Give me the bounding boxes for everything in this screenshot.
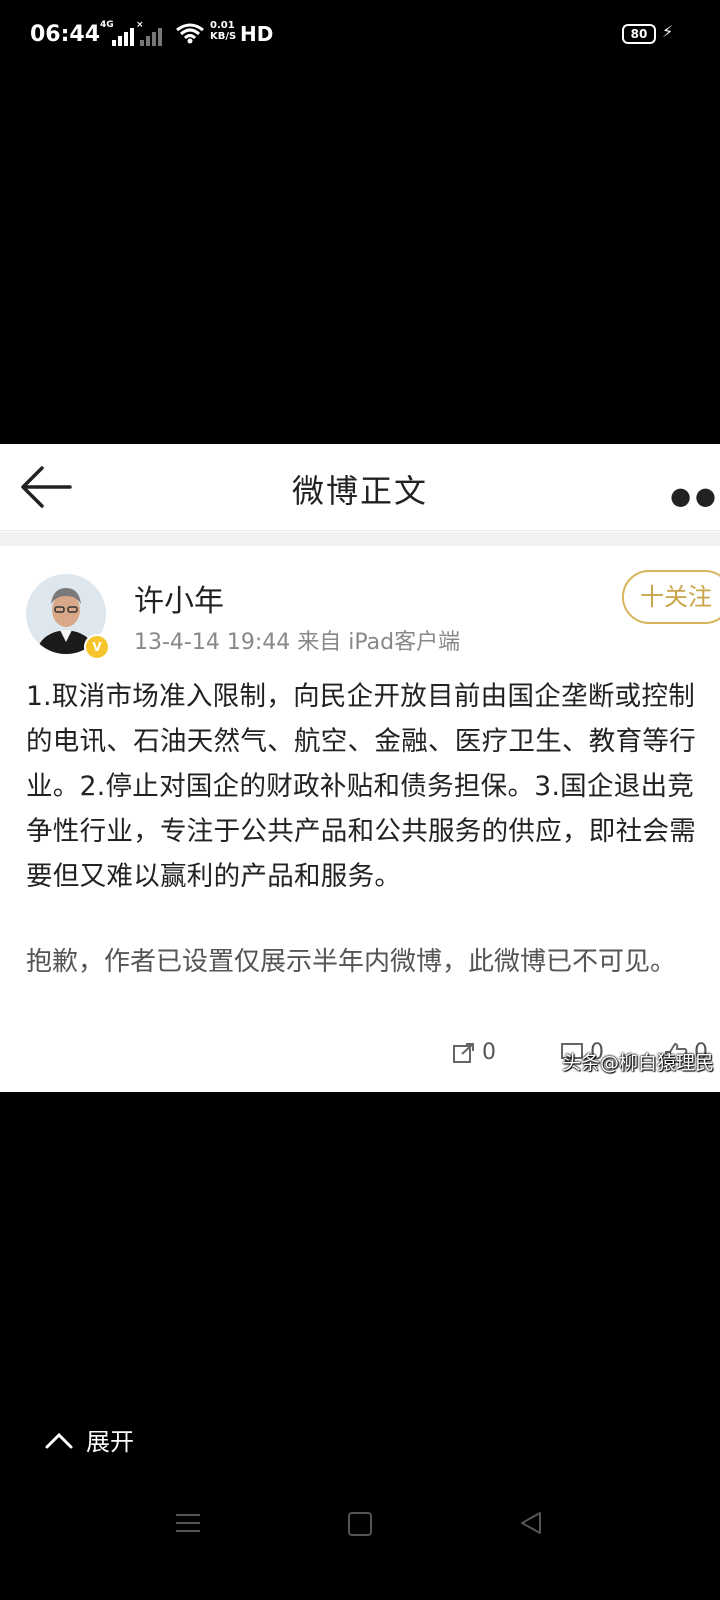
battery-level: 80	[630, 27, 648, 41]
username[interactable]: 许小年	[134, 576, 224, 620]
wifi-icon	[176, 23, 204, 44]
share-count: 0	[482, 1040, 496, 1065]
post-content: 1.取消市场准入限制，向民企开放目前由国企垄断或控制的电讯、石油天然气、航空、金…	[26, 681, 696, 892]
charging-icon: ⚡	[662, 22, 674, 41]
status-time: 06:44	[30, 22, 101, 47]
weibo-screenshot-card: 微博正文 ●● V 许小年 13-4-14 19:44 来自 iPad客户端 十…	[0, 444, 720, 1092]
follow-button[interactable]: 十关注	[622, 570, 720, 624]
share-icon	[453, 1042, 474, 1063]
share-button[interactable]: 0	[452, 1040, 496, 1065]
chevron-up-icon	[45, 1432, 73, 1448]
visibility-notice: 抱歉，作者已设置仅展示半年内微博，此微博已不可见。	[26, 947, 677, 977]
battery-icon: 80	[622, 24, 656, 44]
network-type: 4G	[100, 20, 114, 30]
hd-indicator: HD	[240, 22, 274, 46]
cell-signal-icon: 4G	[100, 20, 134, 46]
top-nav-bar: 微博正文 ●●	[0, 444, 720, 531]
divider	[0, 532, 720, 546]
expand-button[interactable]: 展开	[44, 1422, 134, 1457]
network-speed: 0.01 KB/S	[210, 20, 237, 42]
status-bar: 06:44 4G × 0.01 KB/S HD 80 ⚡	[0, 0, 720, 72]
more-dots-icon[interactable]: ●●	[670, 482, 720, 510]
back-triangle-icon[interactable]	[518, 1510, 544, 1536]
expand-label: 展开	[86, 1428, 134, 1456]
verified-badge-icon: V	[84, 634, 110, 660]
menu-icon[interactable]	[176, 1512, 200, 1534]
page-title: 微博正文	[291, 472, 428, 510]
post-meta: 13-4-14 19:44 来自 iPad客户端	[134, 630, 461, 655]
watermark: 头条@柳白猿理民	[562, 1052, 715, 1074]
home-icon[interactable]	[348, 1512, 372, 1536]
cell-signal-2-icon: ×	[136, 20, 162, 46]
